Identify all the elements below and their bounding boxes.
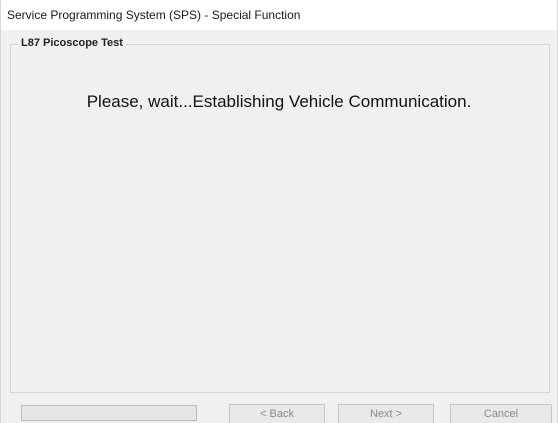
status-message: Please, wait...Establishing Vehicle Comm… [86,92,472,111]
next-button[interactable]: Next > [338,404,434,423]
progress-bar [21,405,197,421]
group-title: L87 Picoscope Test [18,37,126,49]
sps-special-function-window: Service Programming System (SPS) - Speci… [0,0,558,423]
back-button[interactable]: < Back [229,404,325,423]
title-bar: Service Programming System (SPS) - Speci… [1,0,557,30]
cancel-button[interactable]: Cancel [450,404,552,423]
window-title: Service Programming System (SPS) - Speci… [7,8,301,22]
